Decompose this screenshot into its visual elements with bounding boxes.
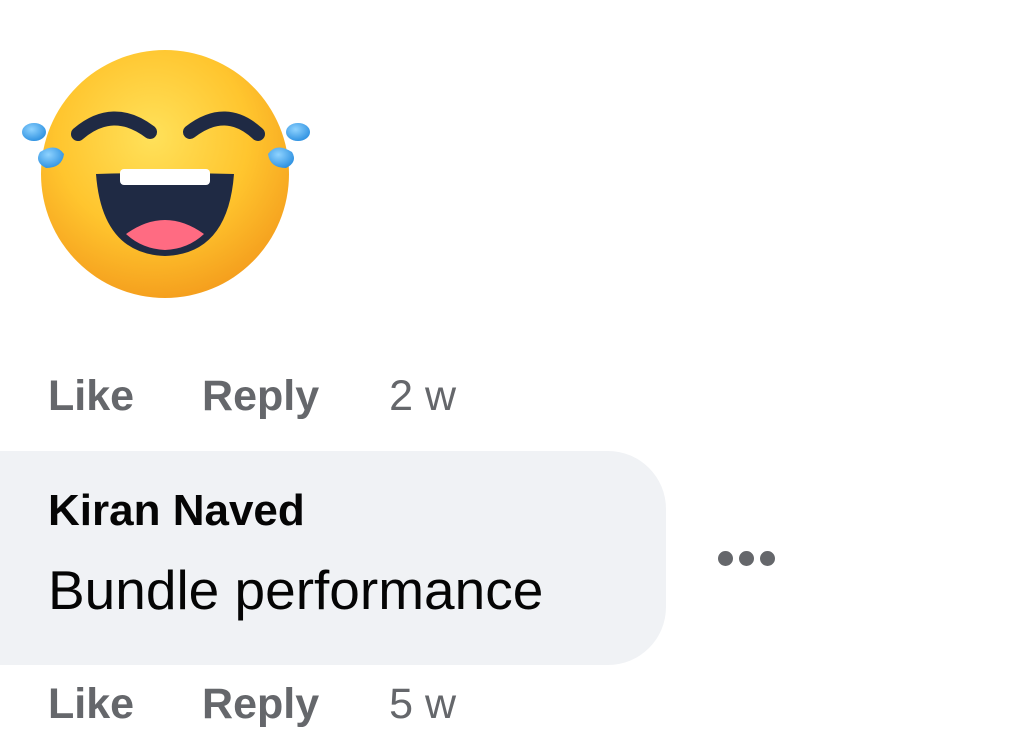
more-dot [717, 550, 733, 566]
comment-text: Bundle performance [48, 559, 544, 621]
comments-thread: Like Reply 2 w Kiran Naved Bundle perfor… [0, 0, 1024, 741]
laughing-tears-emoji-icon [18, 44, 318, 304]
more-dot [759, 550, 775, 566]
comment-actions-row: Like Reply 2 w [48, 368, 456, 424]
reply-button[interactable]: Reply [202, 372, 319, 421]
more-options-icon[interactable] [708, 540, 784, 576]
comment-timestamp[interactable]: 5 w [389, 680, 456, 729]
comment-author-name[interactable]: Kiran Naved [48, 486, 305, 536]
comment-timestamp[interactable]: 2 w [389, 372, 456, 421]
comment-actions-row: Like Reply 5 w [48, 676, 456, 732]
reply-button[interactable]: Reply [202, 680, 319, 729]
like-button[interactable]: Like [48, 680, 134, 729]
like-button[interactable]: Like [48, 372, 134, 421]
more-dot [738, 550, 754, 566]
